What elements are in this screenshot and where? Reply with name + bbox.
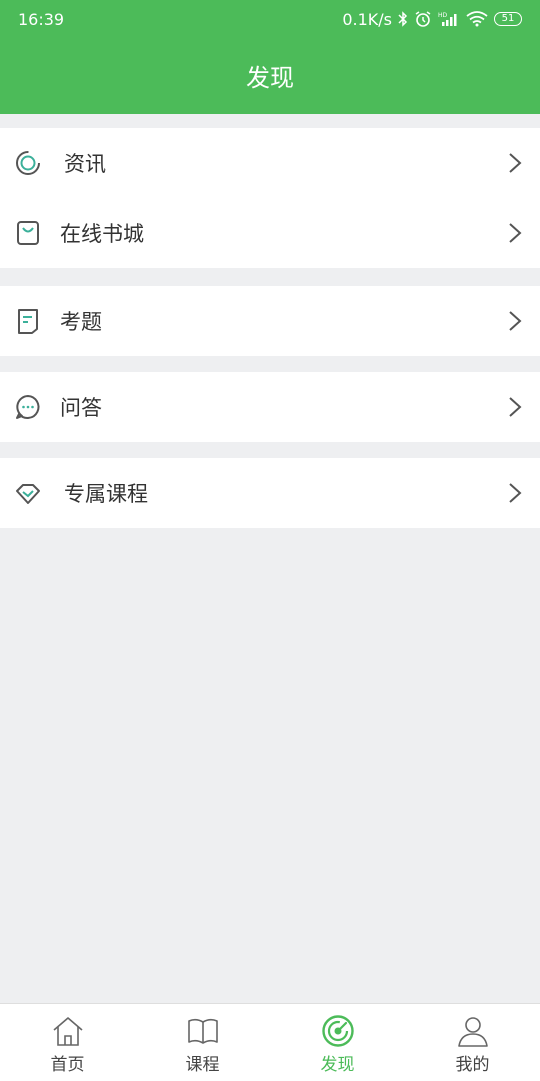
open-book-icon [187, 1018, 218, 1044]
bookstore-bag-icon [14, 219, 42, 247]
menu-item-exclusive-course[interactable]: 专属课程 [0, 458, 540, 528]
wifi-icon [466, 11, 488, 27]
menu-group-1: 资讯 在线书城 [0, 128, 540, 268]
tab-discover[interactable]: 发现 [270, 1004, 405, 1081]
exam-paper-icon [14, 307, 42, 335]
chevron-right-icon [509, 397, 522, 417]
menu-item-label: 资讯 [64, 152, 106, 176]
svg-text:HD: HD [438, 12, 448, 19]
status-bar: 16:39 0.1K/s HD 51 [0, 0, 540, 38]
menu-group-2: 考题 [0, 286, 540, 356]
bottom-tab-bar: 首页 课程 发现 我的 [0, 1003, 540, 1081]
menu-group-3: 问答 [0, 372, 540, 442]
alarm-icon [415, 11, 431, 27]
radar-discover-icon [321, 1015, 354, 1047]
chevron-right-icon [509, 483, 522, 503]
chevron-right-icon [509, 311, 522, 331]
news-icon [14, 149, 42, 177]
menu-item-label: 考题 [60, 310, 102, 334]
tab-label: 我的 [455, 1055, 490, 1075]
menu-item-label: 问答 [60, 396, 102, 420]
home-icon [52, 1017, 83, 1046]
menu-item-label: 专属课程 [64, 482, 148, 506]
network-speed: 0.1K/s [342, 9, 392, 29]
menu-item-bookstore[interactable]: 在线书城 [0, 198, 540, 268]
battery-icon: 51 [494, 12, 522, 26]
chevron-right-icon [509, 223, 522, 243]
tab-label: 首页 [50, 1055, 85, 1075]
status-time: 16:39 [18, 9, 65, 29]
chat-bubble-icon [14, 393, 42, 421]
user-icon [457, 1017, 488, 1047]
chevron-right-icon [509, 153, 522, 173]
hd-signal-icon: HD [438, 12, 457, 26]
status-indicators: 0.1K/s HD 51 [342, 10, 522, 29]
menu-group-4: 专属课程 [0, 458, 540, 528]
menu-item-news[interactable]: 资讯 [0, 128, 540, 198]
menu-item-qa[interactable]: 问答 [0, 372, 540, 442]
page-title: 发现 [246, 64, 294, 92]
diamond-course-icon [14, 479, 42, 507]
tab-profile[interactable]: 我的 [405, 1004, 540, 1081]
bluetooth-icon [398, 11, 408, 27]
app-header: 16:39 0.1K/s HD 51 发现 [0, 0, 540, 114]
tab-courses[interactable]: 课程 [135, 1004, 270, 1081]
tab-home[interactable]: 首页 [0, 1004, 135, 1081]
tab-label: 发现 [320, 1055, 355, 1075]
tab-label: 课程 [185, 1055, 220, 1075]
menu-item-label: 在线书城 [60, 222, 144, 246]
menu-item-exam[interactable]: 考题 [0, 286, 540, 356]
